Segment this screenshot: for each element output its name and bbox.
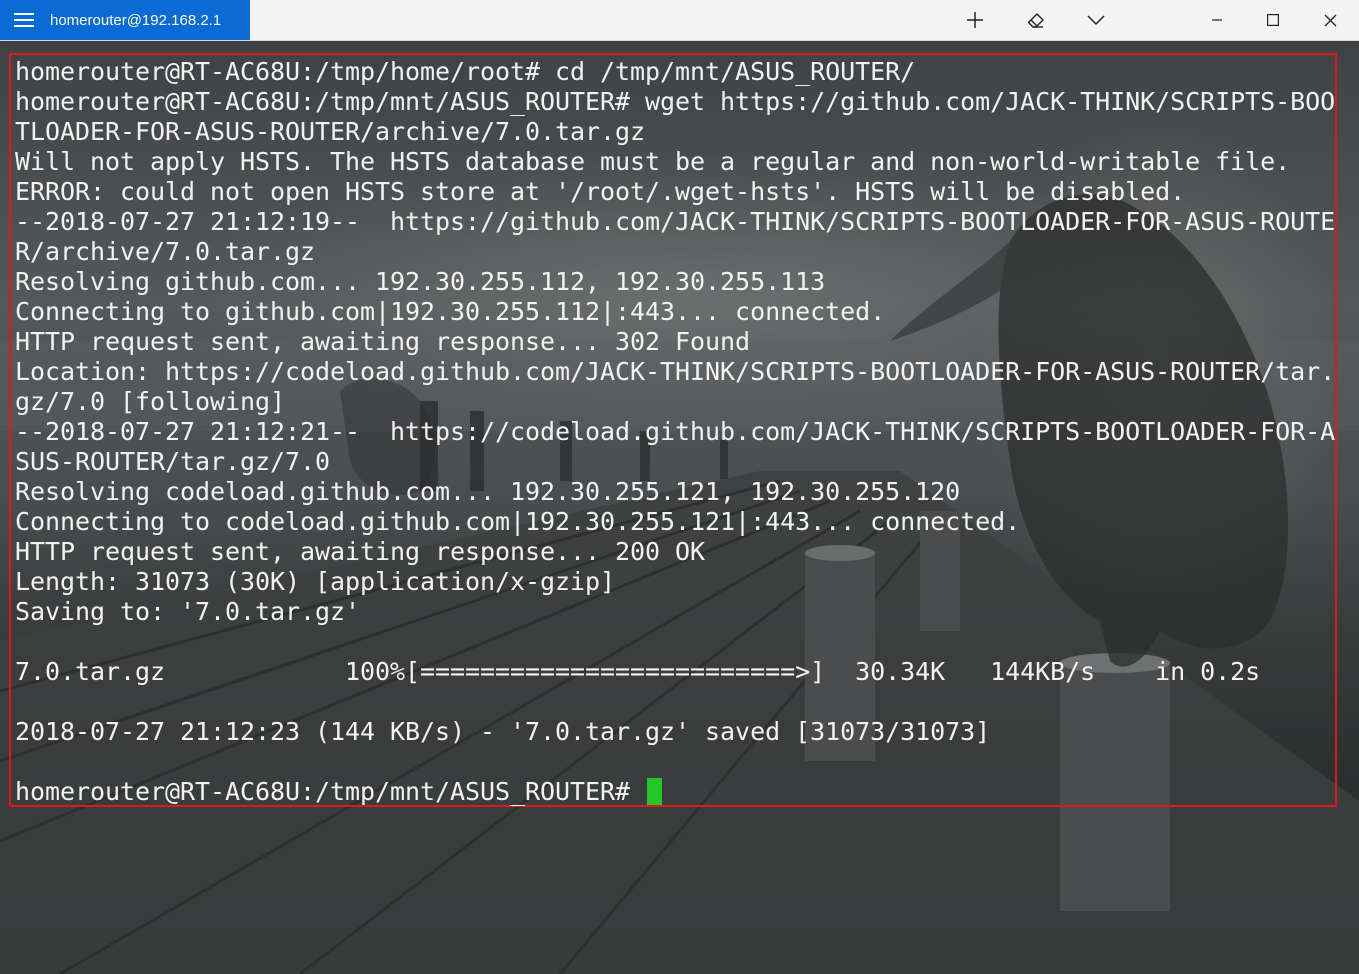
terminal-area[interactable]: homerouter@RT-AC68U:/tmp/home/root# cd /… [0, 41, 1359, 974]
close-icon [1324, 14, 1336, 26]
output-line: Resolving codeload.github.com... 192.30.… [15, 477, 961, 506]
output-line: gz/7.0 [following] [15, 387, 286, 416]
output-line: SUS-ROUTER/tar.gz/7.0 [15, 447, 331, 476]
output-line: 7.0.tar.gz 100%[========================… [15, 657, 1261, 686]
eraser-icon [1027, 13, 1044, 28]
output-line: TLOADER-FOR-ASUS-ROUTER/archive/7.0.tar.… [15, 117, 646, 146]
output-line: HTTP request sent, awaiting response... … [15, 537, 706, 566]
output-line: homerouter@RT-AC68U:/tmp/home/root# cd /… [15, 57, 916, 86]
new-tab-button[interactable] [947, 0, 1003, 40]
output-line: ERROR: could not open HSTS store at '/ro… [15, 177, 1186, 206]
output-line: Connecting to codeload.github.com|192.30… [15, 507, 1021, 536]
output-line: 2018-07-27 21:12:23 (144 KB/s) - '7.0.ta… [15, 717, 991, 746]
output-line: Will not apply HSTS. The HSTS database m… [15, 147, 1291, 176]
prompt-line: homerouter@RT-AC68U:/tmp/mnt/ASUS_ROUTER… [15, 777, 1335, 807]
minimize-button[interactable] [1189, 0, 1245, 40]
output-line: Location: https://codeload.github.com/JA… [15, 357, 1336, 386]
output-line: Saving to: '7.0.tar.gz' [15, 597, 361, 626]
output-line: --2018-07-27 21:12:19-- https://github.c… [15, 207, 1336, 236]
clear-button[interactable] [1008, 0, 1064, 40]
output-line: Connecting to github.com|192.30.255.112|… [15, 297, 886, 326]
hamburger-icon[interactable] [14, 13, 34, 27]
more-options-button[interactable] [1068, 0, 1124, 40]
output-line: --2018-07-27 21:12:21-- https://codeload… [15, 417, 1336, 446]
title-bar: homerouter@192.168.2.1 [0, 0, 1359, 41]
chevron-down-icon [1087, 15, 1105, 26]
output-line: homerouter@RT-AC68U:/tmp/mnt/ASUS_ROUTER… [15, 87, 1336, 116]
output-line: HTTP request sent, awaiting response... … [15, 327, 751, 356]
terminal-output: homerouter@RT-AC68U:/tmp/home/root# cd /… [15, 57, 1335, 807]
output-line: Resolving github.com... 192.30.255.112, … [15, 267, 826, 296]
maximize-button[interactable] [1245, 0, 1301, 40]
text-cursor [647, 778, 663, 805]
terminal-tab[interactable]: homerouter@192.168.2.1 [0, 0, 250, 40]
minimize-icon [1212, 19, 1222, 21]
output-line: Length: 31073 (30K) [application/x-gzip] [15, 567, 616, 596]
plus-icon [967, 12, 983, 28]
maximize-icon [1267, 14, 1279, 26]
tab-title: homerouter@192.168.2.1 [50, 11, 222, 29]
output-line: R/archive/7.0.tar.gz [15, 237, 316, 266]
close-button[interactable] [1302, 0, 1358, 40]
